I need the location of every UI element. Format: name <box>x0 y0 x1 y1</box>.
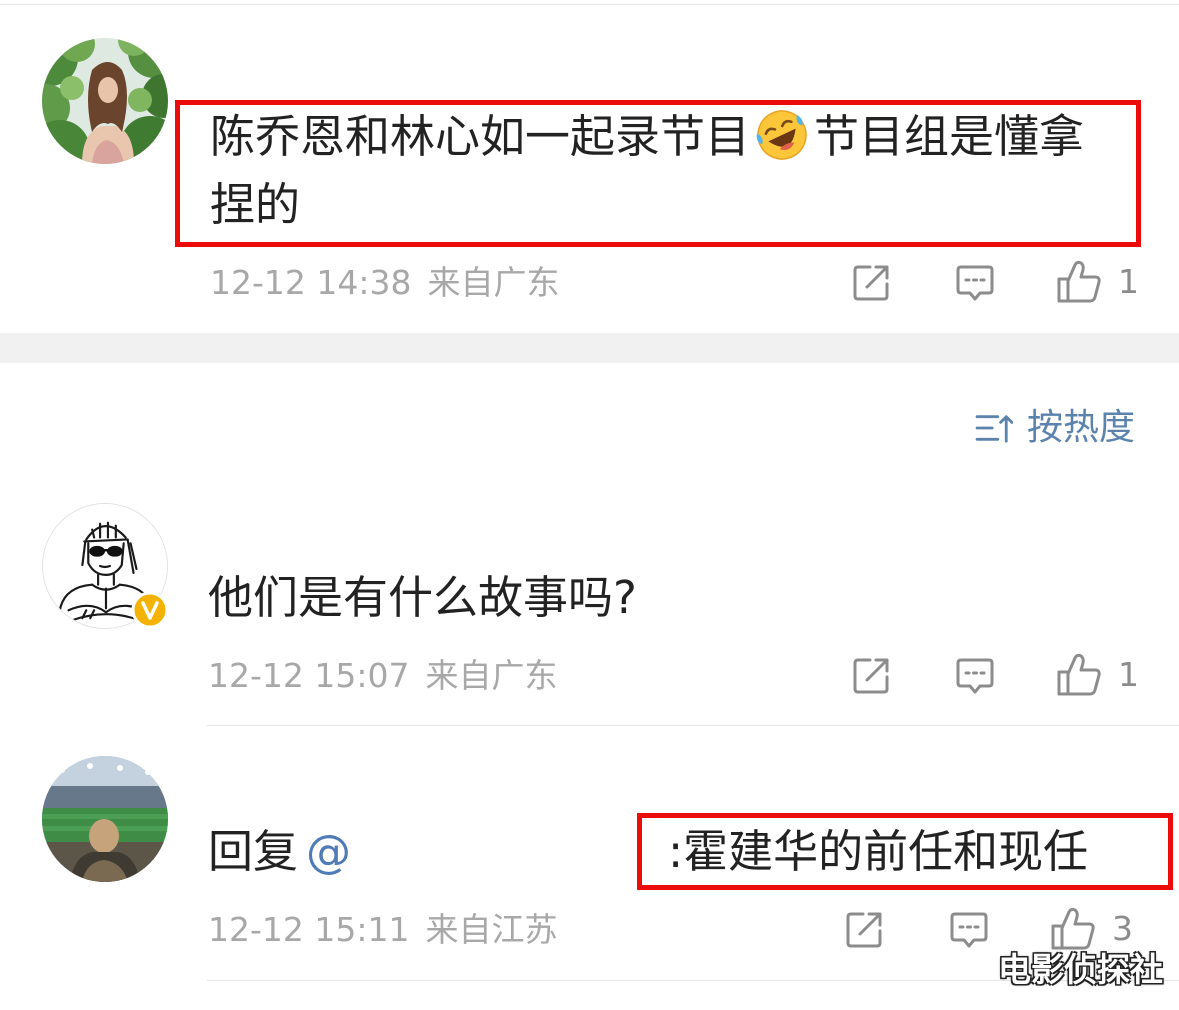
like-count: 3 <box>1112 909 1133 948</box>
like-button[interactable]: 1 <box>1056 653 1139 697</box>
verified-badge-icon <box>131 591 169 629</box>
top-divider <box>0 4 1179 5</box>
comment-meta: 12-12 15:11 来自江苏 <box>208 910 557 950</box>
comment-divider <box>207 725 1179 726</box>
laughing-crying-emoji-icon <box>754 107 810 163</box>
comment-meta: 12-12 15:07 来自广东 <box>208 656 557 696</box>
comment-time: 12-12 15:07 <box>208 656 410 695</box>
comment-text-part: 陈乔恩和林心如一起录节目 <box>210 110 751 163</box>
share-icon[interactable] <box>850 262 892 304</box>
comment-time: 12-12 15:11 <box>208 910 410 949</box>
comment-text: 回复 @ <box>208 818 351 886</box>
sort-icon[interactable] <box>975 412 1013 444</box>
like-count: 1 <box>1118 655 1139 694</box>
reply-prefix: 回复 <box>208 825 299 878</box>
share-icon[interactable] <box>843 909 885 951</box>
comment-icon[interactable] <box>954 262 996 304</box>
user-avatar[interactable] <box>42 38 168 164</box>
avatar-photo <box>42 756 168 882</box>
like-button[interactable]: 3 <box>1050 907 1133 951</box>
share-button[interactable] <box>843 909 885 951</box>
watermark: 电影侦探社 <box>998 950 1163 989</box>
like-button[interactable]: 1 <box>1056 260 1139 304</box>
sort-label: 按热度 <box>1027 407 1136 448</box>
comment-text: 陈乔恩和林心如一起录节目 节目组是懂拿捏的 <box>210 103 1102 239</box>
comment-button[interactable] <box>954 655 996 697</box>
section-separator <box>0 333 1179 363</box>
reply-text: :霍建华的前任和现任 <box>668 825 1089 878</box>
like-icon[interactable] <box>1050 907 1096 951</box>
comment-location: 来自江苏 <box>425 910 558 949</box>
share-button[interactable] <box>850 262 892 304</box>
comment-location: 来自广东 <box>427 263 560 302</box>
comment-location: 来自广东 <box>425 656 558 695</box>
like-icon[interactable] <box>1056 260 1102 304</box>
comment-meta: 12-12 14:38 来自广东 <box>210 263 559 303</box>
comment-time: 12-12 14:38 <box>210 263 412 302</box>
like-count: 1 <box>1118 262 1139 301</box>
share-button[interactable] <box>850 655 892 697</box>
comment-button[interactable] <box>954 262 996 304</box>
sort-by-hot-button[interactable]: 按热度 <box>975 407 1135 449</box>
user-avatar[interactable] <box>42 756 168 882</box>
mention-link[interactable]: @ <box>306 825 351 878</box>
comment-icon[interactable] <box>948 909 990 951</box>
comment-button[interactable] <box>948 909 990 951</box>
avatar-photo <box>42 38 168 164</box>
share-icon[interactable] <box>850 655 892 697</box>
comment-text: 他们是有什么故事吗? <box>208 571 637 624</box>
comment-icon[interactable] <box>954 655 996 697</box>
like-icon[interactable] <box>1056 653 1102 697</box>
